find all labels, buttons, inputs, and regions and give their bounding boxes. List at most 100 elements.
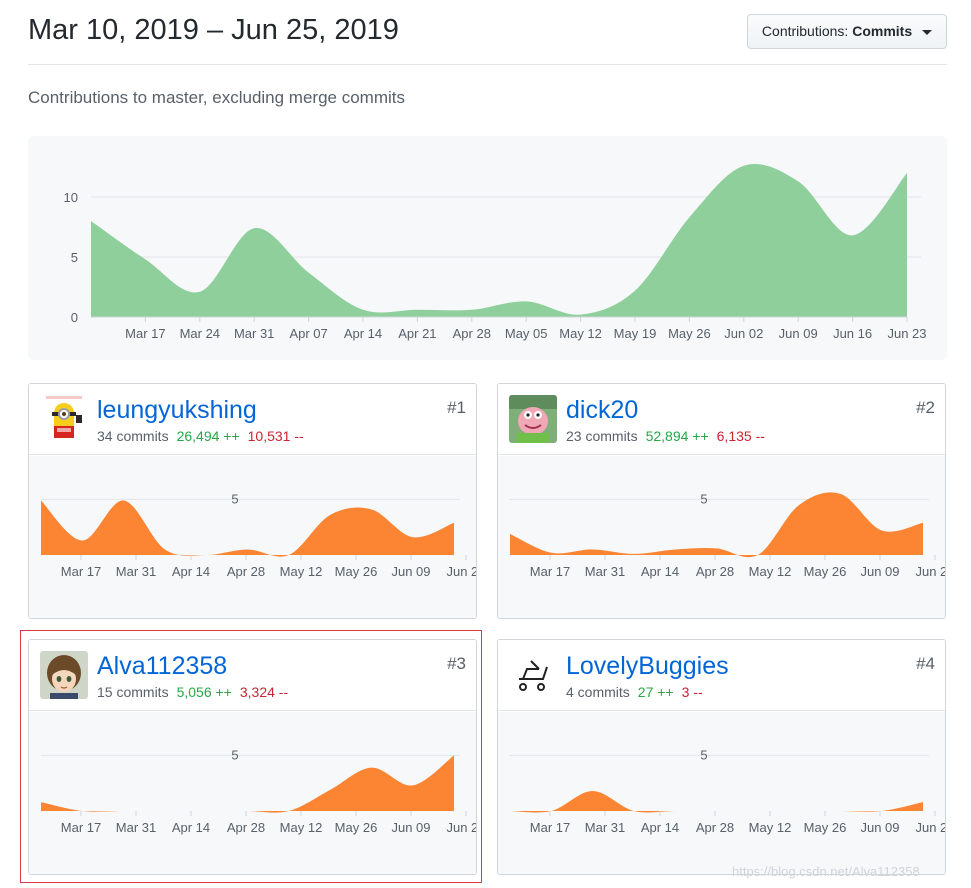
commits-area	[41, 755, 454, 813]
contributor-card-header: dick20 23 commits 52,894 ++ 6,135 -- #2	[498, 384, 945, 455]
avatar[interactable]	[509, 651, 557, 699]
x-tick-label: Apr 14	[172, 564, 210, 579]
contributor-chart: 5 Mar 17 Mar 31 Apr 14 Apr 28 May 12 May 26 Jun…	[29, 712, 477, 874]
y-tick-label: 0	[71, 310, 78, 325]
x-tick-label: Mar 17	[61, 564, 101, 579]
contributor-rank: #1	[447, 398, 466, 417]
x-tick-label: Apr 28	[227, 820, 265, 835]
contributor-card: leungyukshing 34 commits 26,494 ++ 10,531 …	[28, 383, 477, 619]
x-tick-label: May 12	[749, 820, 792, 835]
avatar[interactable]	[509, 395, 557, 443]
x-tick-label: May 12	[749, 564, 792, 579]
commit-count: 4 commits	[566, 684, 630, 700]
contributor-chart-svg: 5 Mar 17 Mar 31 Apr 14 Apr 28 May 12 May 26 Jun…	[510, 491, 946, 579]
x-tick-label: Jun 23	[915, 564, 946, 579]
contributor-chart: 5 Mar 17 Mar 31 Apr 14 Apr 28 May 12 May 26 Jun…	[498, 456, 946, 618]
contributor-name-link[interactable]: dick20	[566, 396, 638, 425]
deletions-count: 3,324 --	[239, 684, 289, 700]
contributor-name-link[interactable]: leungyukshing	[97, 396, 257, 425]
commits-area	[510, 790, 923, 813]
x-tick-label: Jun 09	[860, 820, 899, 835]
x-tick-label: Mar 24	[180, 326, 220, 341]
x-tick-label: Jun 09	[391, 820, 430, 835]
contributor-rank: #2	[916, 398, 935, 417]
commits-area	[41, 500, 454, 557]
contributions-label: Contributions:	[761, 23, 849, 39]
x-tick-label: Apr 14	[641, 820, 679, 835]
commits-area	[91, 164, 907, 317]
contributor-stats: 15 commits 5,056 ++ 3,324 --	[97, 684, 288, 700]
x-tick-label: Apr 28	[227, 564, 265, 579]
y-tick-label: 5	[700, 491, 707, 506]
additions-count: 26,494 ++	[176, 428, 240, 444]
commits-area	[510, 492, 923, 558]
contributor-card: dick20 23 commits 52,894 ++ 6,135 -- #2 5 M…	[497, 383, 946, 619]
x-tick-label: May 26	[804, 564, 847, 579]
x-tick-label: Jun 02	[724, 326, 763, 341]
contributor-rank: #4	[916, 654, 935, 673]
avatar[interactable]	[40, 651, 88, 699]
y-tick-label: 5	[231, 491, 238, 506]
contributor-stats: 34 commits 26,494 ++ 10,531 --	[97, 428, 304, 444]
y-tick-label: 5	[71, 250, 78, 265]
contributions-chart: 0 5 10 Mar 17 Mar 24 Mar 31 Apr 07 Apr 14 Apr 21…	[28, 136, 947, 360]
contributor-card: Alva112358 15 commits 5,056 ++ 3,324 -- #3…	[28, 639, 477, 875]
contributions-value: Commits	[852, 23, 913, 39]
x-tick-label: Mar 31	[116, 820, 156, 835]
x-tick-label: Apr 14	[344, 326, 382, 341]
graph-subtitle: Contributions to master, excluding merge…	[28, 88, 405, 107]
contributor-chart-svg: 5 Mar 17 Mar 31 Apr 14 Apr 28 May 12 May 26 Jun…	[41, 747, 477, 835]
deletions-count: 10,531 --	[247, 428, 304, 444]
x-tick-label: Mar 31	[585, 564, 625, 579]
watermark-text: https://blog.csdn.net/Alva112358	[732, 864, 920, 879]
x-tick-label: Mar 17	[530, 564, 570, 579]
contributor-name-link[interactable]: Alva112358	[97, 652, 227, 681]
x-tick-label: May 26	[804, 820, 847, 835]
commit-count: 34 commits	[97, 428, 169, 444]
x-tick-label: Jun 09	[391, 564, 430, 579]
page-header: Mar 10, 2019 – Jun 25, 2019 Contribution…	[28, 0, 947, 65]
x-tick-label: Jun 23	[446, 564, 477, 579]
y-tick-label: 5	[700, 747, 707, 762]
stroller-avatar-icon	[509, 651, 557, 699]
x-tick-label: Mar 17	[125, 326, 165, 341]
x-tick-label: Jun 16	[833, 326, 872, 341]
contributor-rank: #3	[447, 654, 466, 673]
x-tick-label: May 12	[559, 326, 602, 341]
x-tick-label: May 12	[280, 564, 323, 579]
minion-avatar-icon	[40, 395, 88, 443]
date-range-title: Mar 10, 2019 – Jun 25, 2019	[28, 14, 399, 46]
y-tick-label: 5	[231, 747, 238, 762]
x-tick-label: Apr 28	[696, 820, 734, 835]
caret-down-icon	[922, 29, 932, 35]
contributions-chart-svg: 0 5 10 Mar 17 Mar 24 Mar 31 Apr 07 Apr 14 Apr 21…	[64, 164, 927, 341]
patrick-avatar-icon	[509, 395, 557, 443]
contributor-card-header: Alva112358 15 commits 5,056 ++ 3,324 -- #3	[29, 640, 476, 711]
x-tick-label: Apr 28	[696, 564, 734, 579]
x-tick-label: Apr 14	[172, 820, 210, 835]
x-tick-label: Jun 23	[446, 820, 477, 835]
x-tick-label: Jun 23	[915, 820, 946, 835]
contributor-chart: 5 Mar 17 Mar 31 Apr 14 Apr 28 May 12 May 26 Jun…	[29, 456, 477, 618]
avatar[interactable]	[40, 395, 88, 443]
contributor-chart: 5 Mar 17 Mar 31 Apr 14 Apr 28 May 12 May 26 Jun…	[498, 712, 946, 874]
x-tick-label: Mar 31	[234, 326, 274, 341]
x-tick-label: May 26	[668, 326, 711, 341]
anime-avatar-icon	[40, 651, 88, 699]
y-tick-label: 10	[64, 190, 78, 205]
deletions-count: 3 --	[681, 684, 703, 700]
x-tick-label: May 05	[505, 326, 548, 341]
contributor-card-header: LovelyBuggies 4 commits 27 ++ 3 -- #4	[498, 640, 945, 711]
contributor-stats: 4 commits 27 ++ 3 --	[566, 684, 703, 700]
contributor-name-link[interactable]: LovelyBuggies	[566, 652, 729, 681]
x-tick-label: Mar 17	[61, 820, 101, 835]
x-tick-label: Jun 23	[887, 326, 926, 341]
x-tick-label: Jun 09	[779, 326, 818, 341]
contributor-chart-svg: 5 Mar 17 Mar 31 Apr 14 Apr 28 May 12 May 26 Jun…	[41, 491, 477, 579]
x-tick-label: May 26	[335, 820, 378, 835]
x-tick-label: May 26	[335, 564, 378, 579]
x-tick-label: Mar 17	[530, 820, 570, 835]
x-tick-label: Apr 14	[641, 564, 679, 579]
contributor-card: LovelyBuggies 4 commits 27 ++ 3 -- #4 5 Mar…	[497, 639, 946, 875]
contributions-select-button[interactable]: Contributions: Commits	[746, 14, 947, 49]
